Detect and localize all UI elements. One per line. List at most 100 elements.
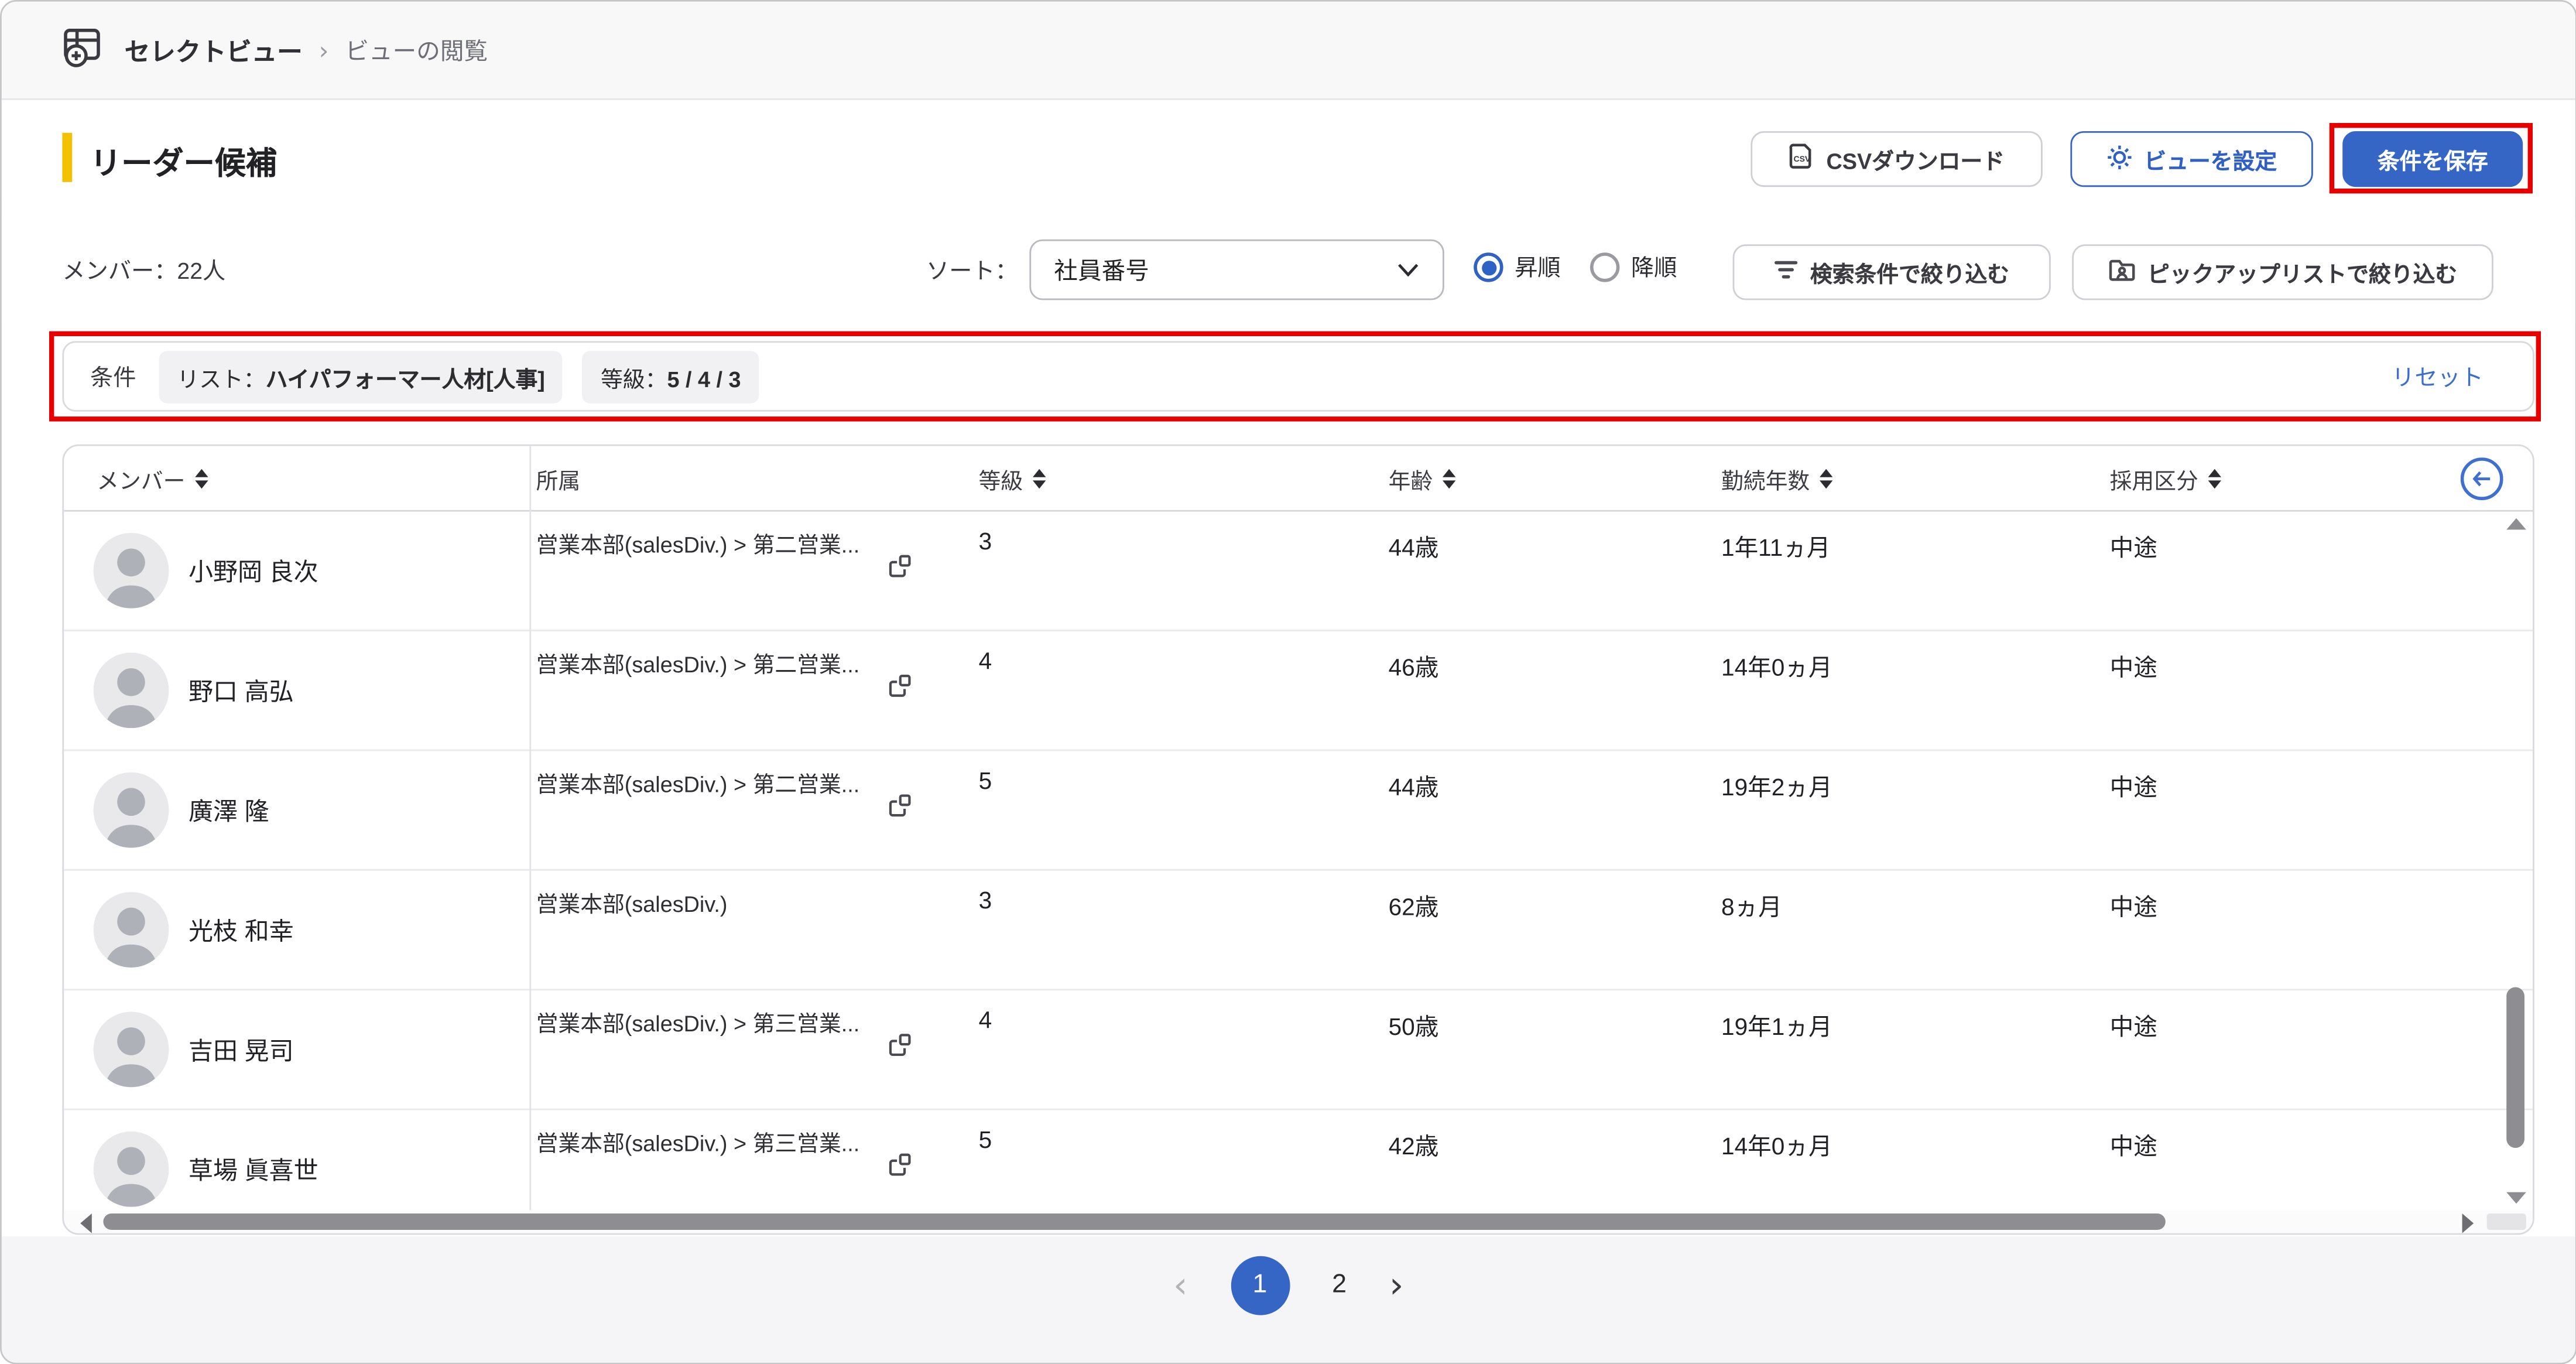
age-cell: 44歳	[1389, 769, 1439, 804]
table-row[interactable]: 野口 高弘 営業本部(salesDiv.) > 第二営業... 4 46歳 14…	[64, 631, 2533, 751]
column-header-member[interactable]: メンバー	[97, 446, 208, 512]
recruit-type-cell: 中途	[2110, 1128, 2157, 1163]
department-cell: 営業本部(salesDiv.) > 第三営業...	[536, 1127, 903, 1162]
radio-ascending-control[interactable]	[1474, 252, 1503, 282]
member-name[interactable]: 小野岡 良次	[189, 512, 318, 631]
view-settings-button[interactable]: ビューを設定	[2070, 131, 2313, 187]
age-cell: 62歳	[1389, 889, 1439, 924]
horizontal-scrollbar-thumb[interactable]	[103, 1213, 2165, 1230]
radio-descending-control[interactable]	[1590, 252, 1619, 282]
sort-arrows-icon[interactable]	[2208, 469, 2221, 489]
column-header-department: 所属	[536, 446, 581, 512]
department-cell: 営業本部(salesDiv.) > 第二営業...	[536, 528, 903, 563]
pagination-page-1[interactable]: 1	[1231, 1256, 1290, 1315]
column-header-grade[interactable]: 等級	[979, 446, 1046, 512]
condition-label: 条件	[90, 360, 136, 393]
controls-row: メンバー：22人 ソート： 社員番号 昇順 降順	[2, 218, 2575, 323]
filter-icon	[1774, 259, 1799, 285]
table-row[interactable]: 光枝 和幸 営業本部(salesDiv.) 3 62歳 8ヵ月 中途	[64, 871, 2533, 990]
svg-text:CSV: CSV	[1794, 154, 1811, 163]
condition-chip-list: リスト：ハイパフォーマー人材[人事]	[159, 350, 563, 403]
csv-file-icon: CSV	[1789, 143, 1815, 176]
grade-cell: 4	[979, 1009, 992, 1035]
org-link-icon[interactable]	[887, 794, 912, 826]
department-cell: 営業本部(salesDiv.) > 第三営業...	[536, 1007, 903, 1042]
radio-descending-label: 降順	[1631, 251, 1677, 283]
pagination-page-2[interactable]: 2	[1332, 1271, 1347, 1300]
tenure-cell: 1年11ヵ月	[1721, 529, 1831, 564]
member-column-divider	[529, 446, 531, 1211]
filter-by-pickup-list-button[interactable]: ピックアップリストで絞り込む	[2072, 244, 2493, 300]
condition-bar: 条件 リスト：ハイパフォーマー人材[人事] 等級：5 / 4 / 3 リセット	[62, 341, 2534, 411]
vertical-scrollbar[interactable]	[2503, 515, 2530, 1207]
member-name[interactable]: 光枝 和幸	[189, 871, 294, 990]
scroll-right-arrow-icon[interactable]	[2462, 1213, 2474, 1233]
horizontal-scrollbar[interactable]	[64, 1210, 2533, 1233]
scroll-up-arrow-icon[interactable]	[2506, 518, 2526, 530]
org-link-icon[interactable]	[887, 554, 912, 587]
tenure-cell: 19年1ヵ月	[1721, 1009, 1832, 1043]
filter-by-search-button[interactable]: 検索条件で絞り込む	[1733, 244, 2051, 300]
reset-link[interactable]: リセット	[2392, 360, 2506, 393]
sort-arrows-icon[interactable]	[1033, 469, 1046, 489]
breadcrumb-app[interactable]: セレクトビュー	[125, 32, 303, 69]
pagination-next-icon[interactable]: ›	[1389, 1265, 1404, 1306]
grade-cell: 4	[979, 649, 992, 676]
column-header-age[interactable]: 年齢	[1389, 446, 1456, 512]
breadcrumb-separator-icon: ›	[319, 35, 329, 64]
column-header-tenure[interactable]: 勤続年数	[1721, 446, 1832, 512]
tenure-cell: 14年0ヵ月	[1721, 649, 1832, 684]
collapse-columns-button[interactable]	[2461, 457, 2503, 500]
sort-select[interactable]: 社員番号	[1029, 240, 1444, 300]
sort-arrows-icon[interactable]	[1820, 469, 1832, 489]
member-name[interactable]: 吉田 晃司	[189, 990, 294, 1110]
footer: ‹ 1 2 ›	[2, 1236, 2575, 1363]
save-conditions-label: 条件を保存	[2378, 143, 2488, 176]
grade-cell: 5	[979, 1128, 992, 1154]
grade-cell: 5	[979, 769, 992, 795]
recruit-type-cell: 中途	[2110, 529, 2157, 564]
member-name[interactable]: 野口 高弘	[189, 631, 294, 751]
grade-cell: 3	[979, 529, 992, 556]
vertical-scrollbar-thumb[interactable]	[2506, 987, 2524, 1148]
title-row: リーダー候補 CSV CSVダウンロード ビューを設定	[2, 100, 2575, 199]
sort-arrows-icon[interactable]	[195, 469, 208, 489]
sort-arrows-icon[interactable]	[1443, 469, 1455, 489]
table-row[interactable]: 吉田 晃司 営業本部(salesDiv.) > 第三営業... 4 50歳 19…	[64, 990, 2533, 1110]
pickup-list-icon	[2108, 258, 2136, 287]
table-row[interactable]: 小野岡 良次 営業本部(salesDiv.) > 第二営業... 3 44歳 1…	[64, 512, 2533, 631]
department-cell: 営業本部(salesDiv.)	[536, 887, 903, 922]
avatar	[94, 772, 169, 848]
table-row[interactable]: 廣澤 隆 営業本部(salesDiv.) > 第二営業... 5 44歳 19年…	[64, 751, 2533, 870]
recruit-type-cell: 中途	[2110, 649, 2157, 684]
avatar	[94, 1131, 169, 1207]
avatar	[94, 652, 169, 728]
column-header-recruit-type[interactable]: 採用区分	[2110, 446, 2221, 512]
breadcrumb: セレクトビュー › ビューの閲覧	[2, 2, 2575, 100]
radio-descending[interactable]: 降順	[1590, 251, 1677, 283]
org-link-icon[interactable]	[887, 1153, 912, 1185]
radio-ascending[interactable]: 昇順	[1474, 251, 1560, 283]
chevron-down-icon	[1397, 262, 1420, 277]
csv-download-button[interactable]: CSV CSVダウンロード	[1751, 131, 2042, 187]
department-cell: 営業本部(salesDiv.) > 第二営業...	[536, 767, 903, 802]
tenure-cell: 14年0ヵ月	[1721, 1128, 1832, 1163]
scroll-down-arrow-icon[interactable]	[2506, 1192, 2526, 1204]
member-name[interactable]: 廣澤 隆	[189, 751, 269, 870]
avatar	[94, 892, 169, 968]
table-row[interactable]: 草場 眞喜世 営業本部(salesDiv.) > 第三営業... 5 42歳 1…	[64, 1110, 2533, 1211]
breadcrumb-page: ビューの閲覧	[345, 33, 488, 67]
tenure-cell: 8ヵ月	[1721, 889, 1782, 924]
age-cell: 50歳	[1389, 1009, 1439, 1043]
table-header: メンバー 所属 等級 年齢 勤続年数	[64, 446, 2533, 512]
pagination-prev-icon[interactable]: ‹	[1173, 1265, 1188, 1306]
scroll-left-arrow-icon[interactable]	[80, 1213, 92, 1233]
radio-ascending-label: 昇順	[1515, 251, 1560, 283]
pagination: ‹ 1 2 ›	[2, 1256, 2575, 1315]
org-link-icon[interactable]	[887, 1033, 912, 1066]
sort-order-group: 昇順 降順	[1474, 251, 1677, 283]
member-name[interactable]: 草場 眞喜世	[189, 1110, 318, 1211]
member-count: メンバー：22人	[62, 254, 225, 287]
org-link-icon[interactable]	[887, 674, 912, 707]
save-conditions-button[interactable]: 条件を保存	[2342, 131, 2523, 187]
